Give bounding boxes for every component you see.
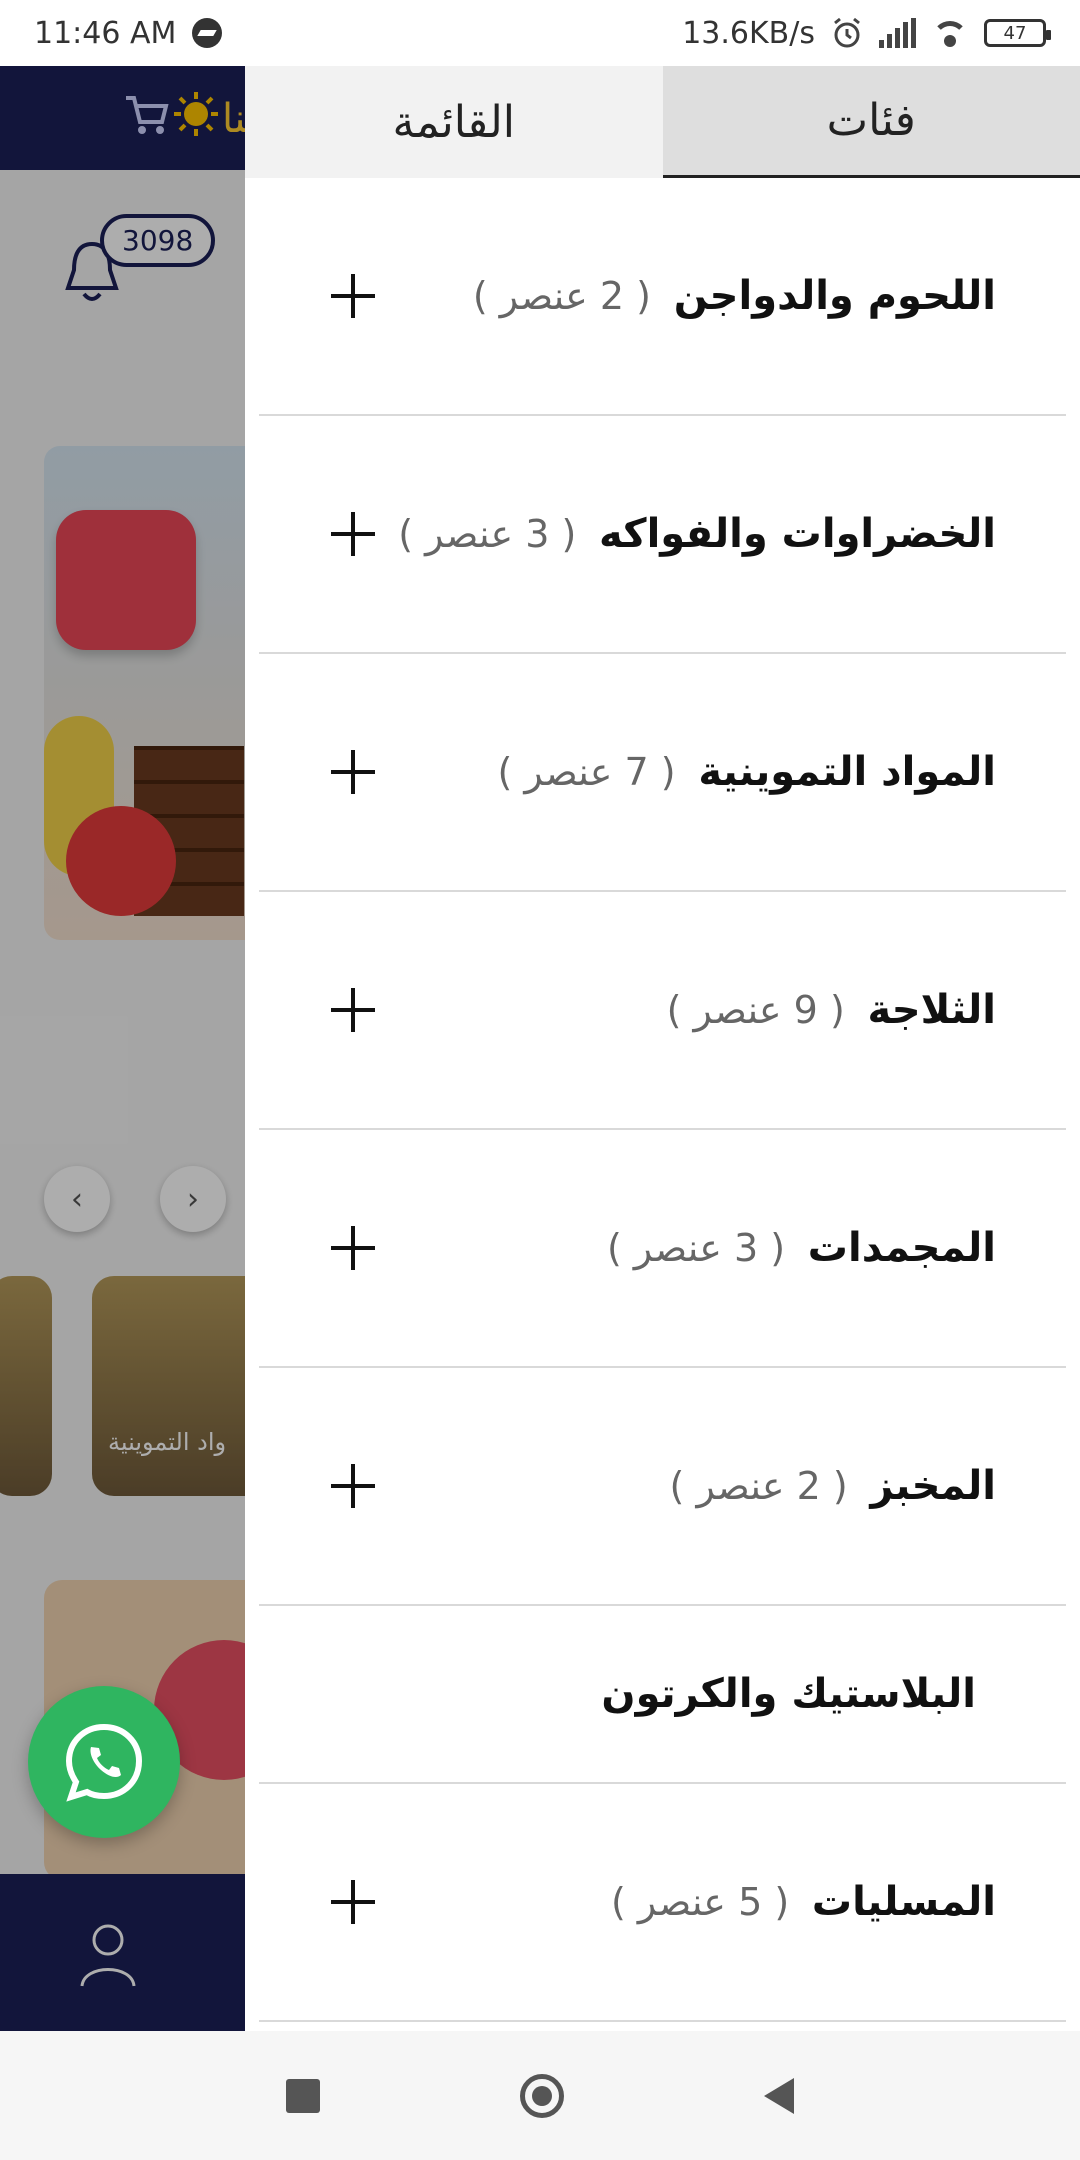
category-title: الخضراوات والفواكه ( 3 عنصر ) xyxy=(398,511,996,557)
category-item[interactable]: الخضراوات والفواكه ( 3 عنصر ) xyxy=(259,416,1066,654)
battery-level: 47 xyxy=(1003,22,1027,44)
category-name: البلاستيك والكرتون xyxy=(601,1671,976,1717)
tab-menu[interactable]: القائمة xyxy=(245,66,663,178)
category-count: ( 3 عنصر ) xyxy=(398,512,577,556)
category-count: ( 5 عنصر ) xyxy=(611,1880,790,1924)
category-name: الخضراوات والفواكه xyxy=(599,511,996,557)
network-speed: 13.6KB/s xyxy=(682,15,815,51)
category-item[interactable]: اللحوم والدواجن ( 2 عنصر ) xyxy=(259,178,1066,416)
status-right: 13.6KB/s 47 xyxy=(682,15,1051,51)
system-navigation-bar xyxy=(0,2031,1080,2160)
category-item[interactable]: المسليات ( 5 عنصر ) xyxy=(259,1784,1066,2022)
category-count: ( 3 عنصر ) xyxy=(606,1226,786,1270)
whatsapp-button[interactable] xyxy=(28,1686,180,1838)
back-icon[interactable] xyxy=(764,2077,794,2114)
category-count: ( 2 عنصر ) xyxy=(669,1464,848,1508)
expand-plus-icon[interactable] xyxy=(331,274,375,318)
category-name: المواد التموينية xyxy=(698,749,996,795)
category-name: المخبز xyxy=(870,1463,996,1509)
battery-icon: 47 xyxy=(984,19,1051,47)
status-time: 11:46 AM xyxy=(34,15,177,51)
category-item[interactable]: المخبز ( 2 عنصر ) xyxy=(259,1368,1066,1606)
category-title: المخبز ( 2 عنصر ) xyxy=(670,1463,996,1509)
category-title: البلاستيك والكرتون xyxy=(601,1671,976,1717)
category-name: الثلاجة xyxy=(867,987,996,1033)
signal-icon xyxy=(879,18,916,48)
alarm-icon xyxy=(831,17,863,49)
category-title: المسليات ( 5 عنصر ) xyxy=(611,1879,996,1925)
category-count: ( 2 عنصر ) xyxy=(472,274,651,318)
recents-icon[interactable] xyxy=(286,2078,320,2113)
messenger-icon xyxy=(192,18,223,48)
category-item[interactable]: المجمدات ( 3 عنصر ) xyxy=(259,1130,1066,1368)
category-count: ( 9 عنصر ) xyxy=(666,988,845,1032)
category-name: اللحوم والدواجن xyxy=(673,273,996,319)
drawer-tabs: القائمة فئات xyxy=(245,66,1080,178)
expand-plus-icon[interactable] xyxy=(331,1880,375,1924)
category-name: المجمدات xyxy=(807,1225,996,1271)
category-item[interactable]: المواد التموينية ( 7 عنصر ) xyxy=(259,654,1066,892)
category-list: اللحوم والدواجن ( 2 عنصر ) الخضراوات وال… xyxy=(245,178,1080,2022)
expand-plus-icon[interactable] xyxy=(331,1464,375,1508)
tab-categories[interactable]: فئات xyxy=(662,66,1080,178)
expand-plus-icon[interactable] xyxy=(331,512,375,556)
category-title: المجمدات ( 3 عنصر ) xyxy=(607,1225,996,1271)
status-left: 11:46 AM xyxy=(34,15,223,51)
category-item[interactable]: البلاستيك والكرتون xyxy=(259,1606,1066,1784)
navigation-drawer: القائمة فئات اللحوم والدواجن ( 2 عنصر ) … xyxy=(245,66,1080,2031)
wifi-icon xyxy=(932,19,968,47)
category-title: اللحوم والدواجن ( 2 عنصر ) xyxy=(473,273,996,319)
category-title: المواد التموينية ( 7 عنصر ) xyxy=(497,749,996,795)
whatsapp-icon xyxy=(65,1723,143,1802)
home-icon[interactable] xyxy=(520,2073,564,2118)
category-title: الثلاجة ( 9 عنصر ) xyxy=(667,987,996,1033)
status-bar: 11:46 AM 13.6KB/s 47 xyxy=(0,0,1080,66)
category-name: المسليات xyxy=(811,1879,996,1925)
category-count: ( 7 عنصر ) xyxy=(497,750,676,794)
expand-plus-icon[interactable] xyxy=(331,988,375,1032)
expand-plus-icon[interactable] xyxy=(331,750,375,794)
category-item[interactable]: الثلاجة ( 9 عنصر ) xyxy=(259,892,1066,1130)
expand-plus-icon[interactable] xyxy=(331,1226,375,1270)
